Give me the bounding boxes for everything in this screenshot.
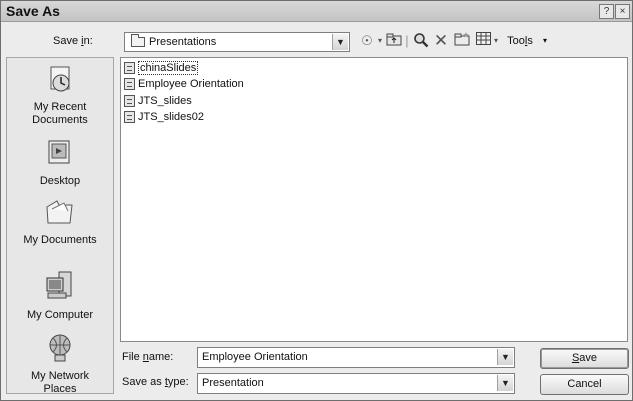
place-my-recent-documents[interactable]: My Recent Documents (7, 64, 113, 127)
place-desktop[interactable]: Desktop (7, 138, 113, 188)
list-item[interactable]: JTS_slides (124, 94, 192, 109)
up-folder-icon[interactable] (385, 32, 403, 50)
chevron-down-icon[interactable]: ▼ (332, 34, 348, 50)
save-as-type-dropdown[interactable]: Presentation ▼ (197, 373, 515, 394)
network-places-icon (7, 333, 113, 367)
list-item[interactable]: JTS_slides02 (124, 110, 204, 125)
folder-icon (131, 34, 145, 47)
chevron-down-icon[interactable]: ▼ (497, 375, 513, 391)
help-button[interactable]: ? (599, 4, 614, 19)
chevron-down-icon[interactable]: ▼ (497, 349, 513, 365)
my-documents-icon (7, 197, 113, 231)
cancel-button[interactable]: Cancel (540, 374, 629, 395)
list-item[interactable]: chinaSlides (124, 61, 199, 76)
tools-dropdown-icon[interactable]: ▾ (540, 32, 550, 50)
list-item[interactable]: Employee Orientation (124, 77, 244, 92)
title-bar: Save As ? × (1, 1, 632, 22)
tools-menu[interactable]: Tools (500, 32, 540, 50)
place-my-documents[interactable]: My Documents (7, 197, 113, 247)
place-my-computer[interactable]: My Computer (7, 270, 113, 322)
file-name-field[interactable]: Employee Orientation ▼ (197, 347, 515, 368)
close-button[interactable]: × (615, 4, 630, 19)
places-bar: My Recent Documents Desktop My Documents… (6, 57, 114, 396)
place-my-network-places[interactable]: My Network Places (7, 333, 113, 396)
file-name-label: File name: (122, 351, 174, 363)
my-computer-icon (7, 270, 113, 306)
save-button[interactable]: Save (540, 348, 629, 369)
presentation-file-icon (124, 62, 135, 75)
presentation-file-icon (124, 111, 135, 124)
delete-icon[interactable]: ✕ (433, 32, 449, 50)
search-web-icon[interactable] (412, 32, 430, 50)
recent-documents-icon (7, 64, 113, 98)
save-as-type-label: Save as type: (122, 376, 189, 388)
save-in-dropdown[interactable]: Presentations ▼ (124, 32, 350, 52)
new-folder-icon[interactable] (453, 32, 471, 50)
presentation-file-icon (124, 95, 135, 108)
save-as-type-value: Presentation (202, 377, 264, 389)
desktop-icon (7, 138, 113, 172)
back-icon[interactable]: ☉ (359, 32, 375, 50)
back-dropdown-icon[interactable]: ▾ (376, 32, 384, 50)
presentation-file-icon (124, 78, 135, 91)
file-list[interactable]: chinaSlides Employee Orientation JTS_sli… (120, 57, 628, 342)
views-dropdown-icon[interactable]: ▾ (492, 32, 500, 50)
save-in-label: Save in: (53, 35, 93, 47)
views-icon[interactable] (475, 32, 491, 50)
toolbar-separator: | (405, 33, 409, 48)
file-name-value: Employee Orientation (202, 351, 308, 363)
dialog-title: Save As (6, 3, 60, 19)
save-in-value: Presentations (149, 36, 217, 48)
save-as-dialog: Save As ? × Save in: Presentations ▼ ☉ ▾… (0, 0, 633, 401)
